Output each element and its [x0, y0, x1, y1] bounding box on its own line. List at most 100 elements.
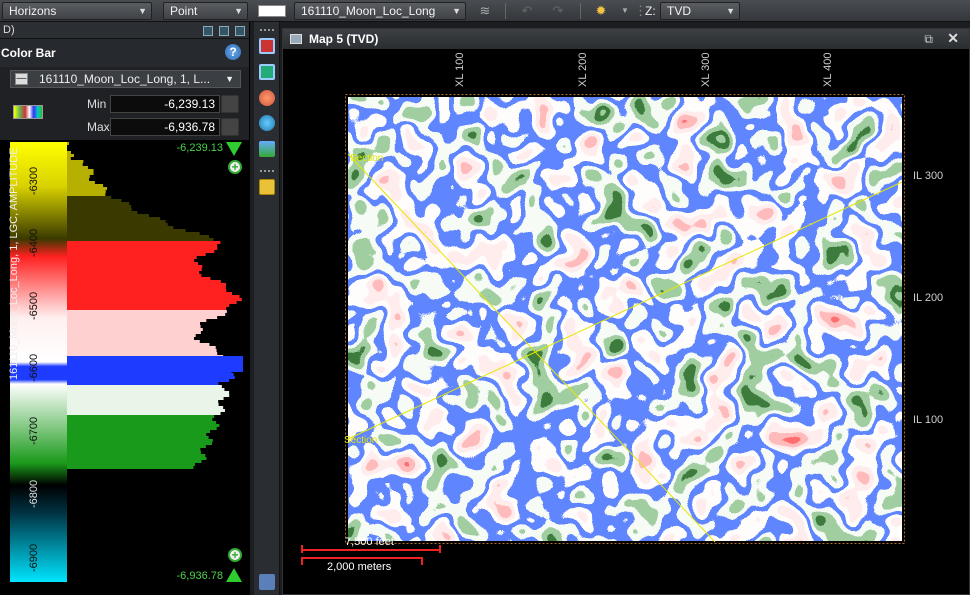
histogram-bin: [67, 229, 186, 232]
histogram-bin: [67, 217, 161, 220]
histogram-bin: [67, 340, 200, 343]
histogram-bin: [67, 277, 211, 280]
histogram-bin: [67, 334, 196, 337]
histogram-bin: [67, 304, 230, 307]
horizons-combo[interactable]: Horizons ▼: [2, 2, 152, 20]
mode-combo[interactable]: Point ▼: [163, 2, 248, 20]
min-lock-button[interactable]: [221, 95, 239, 113]
histogram-bin: [67, 301, 237, 304]
panel-tab[interactable]: D): [0, 22, 249, 39]
palette-icon[interactable]: [13, 105, 43, 119]
histogram-bin: [67, 568, 72, 571]
histogram-bin: [67, 319, 207, 322]
histogram-bin: [67, 469, 68, 472]
sun-icon[interactable]: ✹: [592, 2, 610, 20]
map-icon: [290, 34, 302, 44]
undo-icon[interactable]: ↶: [518, 2, 536, 20]
selected-range-band[interactable]: [67, 356, 243, 372]
scale-tick: [301, 545, 303, 553]
scale-meters-label: 2,000 meters: [327, 561, 392, 573]
horizons-combo-label: Horizons: [9, 4, 57, 18]
chevron-down-icon: ▼: [225, 74, 234, 84]
minimize-icon[interactable]: [218, 26, 229, 36]
help-icon[interactable]: ?: [225, 44, 241, 60]
histogram-bin: [67, 199, 122, 202]
map-title: Map 5 (TVD): [309, 32, 379, 46]
add-bottom-icon[interactable]: +: [228, 548, 242, 562]
min-field[interactable]: -6,239.13: [110, 95, 220, 113]
histogram-bin: [67, 331, 201, 334]
il-tick: IL 100: [913, 414, 944, 426]
collapse-strip-icon[interactable]: [259, 574, 275, 590]
histogram-bin: [67, 328, 203, 331]
histogram-bin: [67, 292, 233, 295]
map-tool-strip: [254, 22, 280, 595]
main-toolbar: Horizons ▼ Point ▼ 161110_Moon_Loc_Long …: [0, 0, 970, 22]
histogram-bin: [67, 325, 201, 328]
zoom-box-icon[interactable]: [259, 38, 275, 54]
grip-icon: [260, 29, 274, 31]
stack-icon[interactable]: ≋: [476, 2, 494, 20]
histogram-bin: [67, 181, 95, 184]
close-icon[interactable]: ✕: [947, 30, 959, 47]
edit-icon[interactable]: [202, 26, 213, 36]
max-label: Max: [87, 120, 110, 134]
color-swatch[interactable]: [258, 5, 286, 17]
sort-icon[interactable]: [259, 141, 275, 157]
histogram-bin: [67, 238, 214, 241]
histogram-bin: [67, 295, 240, 298]
histogram-bin: [67, 280, 221, 283]
histogram-bin: [67, 571, 70, 574]
horizon-combo[interactable]: 161110_Moon_Loc_Long ▼: [294, 2, 466, 20]
scale-tick: [439, 545, 441, 553]
max-lock-button[interactable]: [221, 118, 239, 136]
histogram-bin: [67, 259, 195, 262]
histogram-bin: [67, 520, 72, 523]
histogram-bin: [67, 412, 221, 415]
refresh-icon[interactable]: [259, 115, 275, 131]
grip-icon: [260, 170, 274, 172]
xl-tick: XL 100: [454, 52, 466, 87]
histogram-bin: [67, 175, 90, 178]
zoom-fit-icon[interactable]: [259, 64, 275, 80]
collapse-icon[interactable]: —: [15, 73, 28, 85]
histogram-bin: [67, 283, 227, 286]
horizon-select[interactable]: — 161110_Moon_Loc_Long, 1, L... ▼: [10, 70, 241, 88]
maximize-icon[interactable]: [235, 26, 245, 36]
histogram-bin: [67, 232, 200, 235]
histogram-bin: [67, 463, 195, 466]
layers-icon[interactable]: [259, 179, 275, 195]
histogram-bin: [67, 550, 71, 553]
histogram-bin: [67, 160, 84, 163]
histogram-bin: [67, 346, 216, 349]
scale-bar-feet: [301, 549, 441, 551]
histogram-bin: [67, 262, 199, 265]
histogram-bin: [67, 451, 201, 454]
histogram-bin: [67, 454, 206, 457]
add-top-icon[interactable]: +: [228, 160, 242, 174]
chevron-down-icon[interactable]: ▼: [616, 2, 634, 20]
histogram-bin: [67, 256, 197, 259]
zoom-icon[interactable]: [259, 90, 275, 106]
histogram-bin: [67, 265, 203, 268]
restore-icon[interactable]: ⧉: [924, 32, 933, 47]
histogram-bin: [67, 382, 219, 385]
histogram-bin: [67, 190, 106, 193]
histogram-bin: [67, 460, 202, 463]
histogram-bin: [67, 169, 94, 172]
horizon-amplitude-map[interactable]: [345, 94, 905, 544]
histogram-bin: [67, 247, 218, 250]
histogram-bin: [67, 196, 112, 199]
top-handle-icon[interactable]: [226, 142, 242, 156]
bottom-handle-icon[interactable]: [226, 568, 242, 582]
color-bar-histogram[interactable]: 161110_Moon_Loc_Long, 1, LGC, AMPLITUDE …: [0, 140, 250, 595]
mode-combo-label: Point: [170, 4, 198, 18]
histogram-bin: [67, 421, 217, 424]
histogram-bin: [67, 415, 215, 418]
domain-combo[interactable]: TVD ▼: [660, 2, 740, 20]
histogram-bin: [67, 373, 234, 376]
histogram-bin: [67, 505, 72, 508]
redo-icon[interactable]: ↷: [549, 2, 567, 20]
max-field[interactable]: -6,936.78: [110, 118, 220, 136]
histogram-bin: [67, 445, 206, 448]
